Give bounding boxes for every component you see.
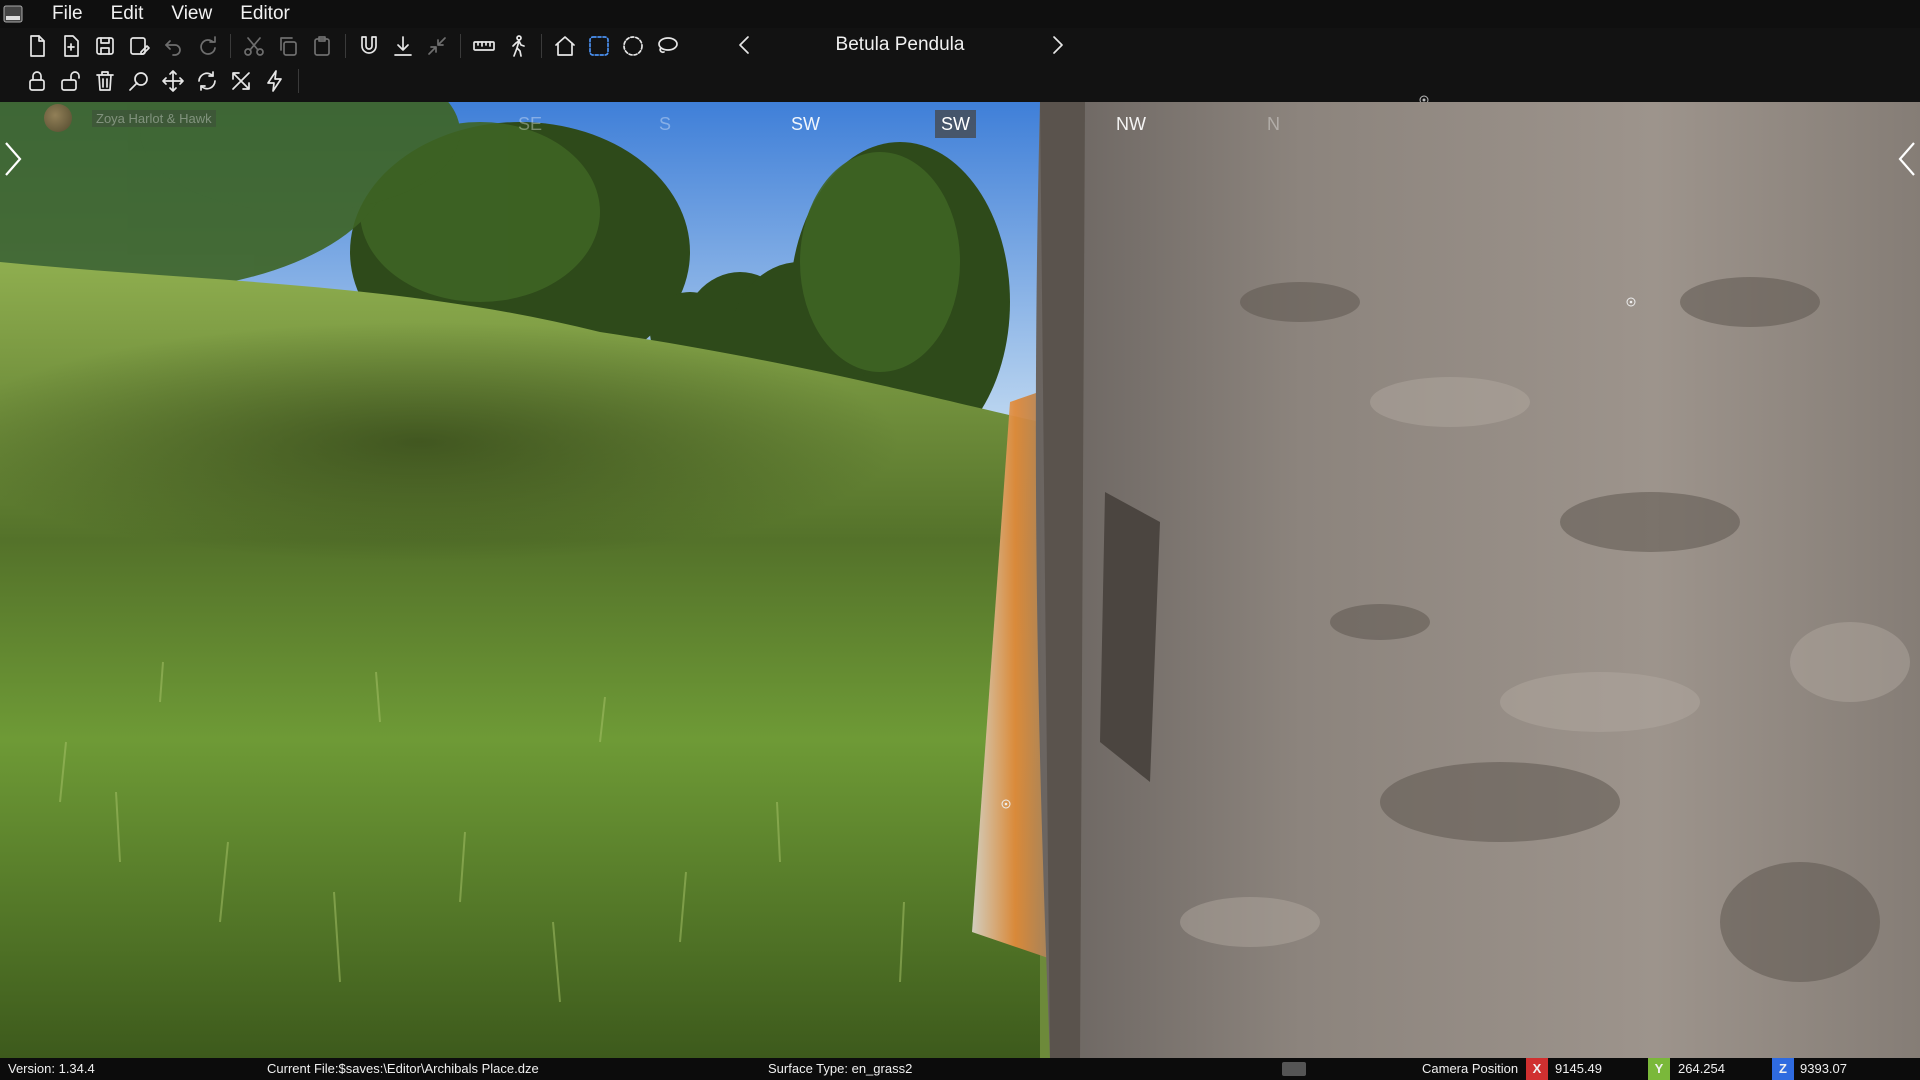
- lightning-icon[interactable]: [258, 65, 292, 97]
- circle-select-icon[interactable]: [616, 30, 650, 62]
- toolbar-separator: [460, 34, 461, 58]
- menu-edit[interactable]: Edit: [97, 0, 158, 28]
- avatar: [44, 104, 72, 132]
- expand-left-panel-chevron-right-icon[interactable]: [0, 138, 26, 180]
- compass-label-s: S: [659, 114, 672, 134]
- selected-object-name: Betula Pendula: [835, 34, 965, 55]
- surface-type-label: Surface Type: en_grass2: [768, 1061, 913, 1076]
- search-icon[interactable]: [122, 65, 156, 97]
- open-file-icon[interactable]: [54, 30, 88, 62]
- x-axis-badge: X: [1526, 1058, 1548, 1080]
- toolbar-row-1: [20, 29, 684, 63]
- move-icon[interactable]: [156, 65, 190, 97]
- toolbar-separator: [298, 69, 299, 93]
- crosshair-icon: [1626, 297, 1636, 307]
- 3d-viewport[interactable]: SE S SW SW NW N Zoya Harlot & Hawk: [0, 102, 1920, 1058]
- status-bar: Version: 1.34.4 Current File:$saves:\Edi…: [0, 1058, 1920, 1080]
- menu-editor[interactable]: Editor: [226, 0, 304, 28]
- undo-icon[interactable]: [156, 30, 190, 62]
- next-object-chevron-right-icon[interactable]: [1040, 29, 1074, 61]
- crosshair-icon: [1001, 799, 1011, 809]
- app-logo-icon: [0, 1, 26, 27]
- camera-x-value: 9145.49: [1555, 1061, 1602, 1076]
- copy-icon[interactable]: [271, 30, 305, 62]
- z-axis-badge: Z: [1772, 1058, 1794, 1080]
- compass-strip: SE S SW SW NW N: [0, 110, 1920, 140]
- home-icon[interactable]: [548, 30, 582, 62]
- compass-label-se: SE: [518, 114, 543, 134]
- collapse-icon[interactable]: [420, 30, 454, 62]
- camera-y-value: 264.254: [1678, 1061, 1725, 1076]
- menu-bar: File Edit View Editor: [0, 0, 1920, 28]
- magnet-icon[interactable]: [352, 30, 386, 62]
- scale-icon[interactable]: [224, 65, 258, 97]
- overlay-user-label: Zoya Harlot & Hawk: [92, 110, 216, 127]
- toolbar: Betula Pendula: [0, 28, 1920, 105]
- status-indicator-icon: [1282, 1062, 1306, 1076]
- new-file-icon[interactable]: [20, 30, 54, 62]
- camera-position-label: Camera Position: [1422, 1061, 1519, 1076]
- unlock-icon[interactable]: [54, 65, 88, 97]
- compass-label-sw: SW: [791, 114, 820, 134]
- toolbar-separator: [345, 34, 346, 58]
- measure-icon[interactable]: [467, 30, 501, 62]
- y-axis-badge: Y: [1648, 1058, 1670, 1080]
- version-label: Version: 1.34.4: [8, 1061, 95, 1076]
- toolbar-separator: [541, 34, 542, 58]
- redo-icon[interactable]: [190, 30, 224, 62]
- cut-icon[interactable]: [237, 30, 271, 62]
- previous-object-chevron-left-icon[interactable]: [728, 29, 762, 61]
- toolbar-separator: [230, 34, 231, 58]
- walk-icon[interactable]: [501, 30, 535, 62]
- scene-render: [0, 102, 1920, 1058]
- box-select-icon[interactable]: [582, 30, 616, 62]
- compass-label-nw: NW: [1116, 114, 1146, 134]
- ground-snap-icon[interactable]: [386, 30, 420, 62]
- rotate-icon[interactable]: [190, 65, 224, 97]
- compass-current-heading: SW: [935, 110, 976, 138]
- menu-file[interactable]: File: [38, 0, 97, 28]
- lasso-select-icon[interactable]: [650, 30, 684, 62]
- save-icon[interactable]: [88, 30, 122, 62]
- expand-right-panel-chevron-left-icon[interactable]: [1894, 138, 1920, 180]
- lock-icon[interactable]: [20, 65, 54, 97]
- current-file-label: Current File:$saves:\Editor\Archibals Pl…: [267, 1061, 539, 1076]
- paste-icon[interactable]: [305, 30, 339, 62]
- toolbar-row-2: [20, 64, 305, 98]
- save-as-icon[interactable]: [122, 30, 156, 62]
- compass-label-n: N: [1267, 114, 1280, 134]
- menu-view[interactable]: View: [157, 0, 226, 28]
- camera-z-value: 9393.07: [1800, 1061, 1847, 1076]
- delete-icon[interactable]: [88, 65, 122, 97]
